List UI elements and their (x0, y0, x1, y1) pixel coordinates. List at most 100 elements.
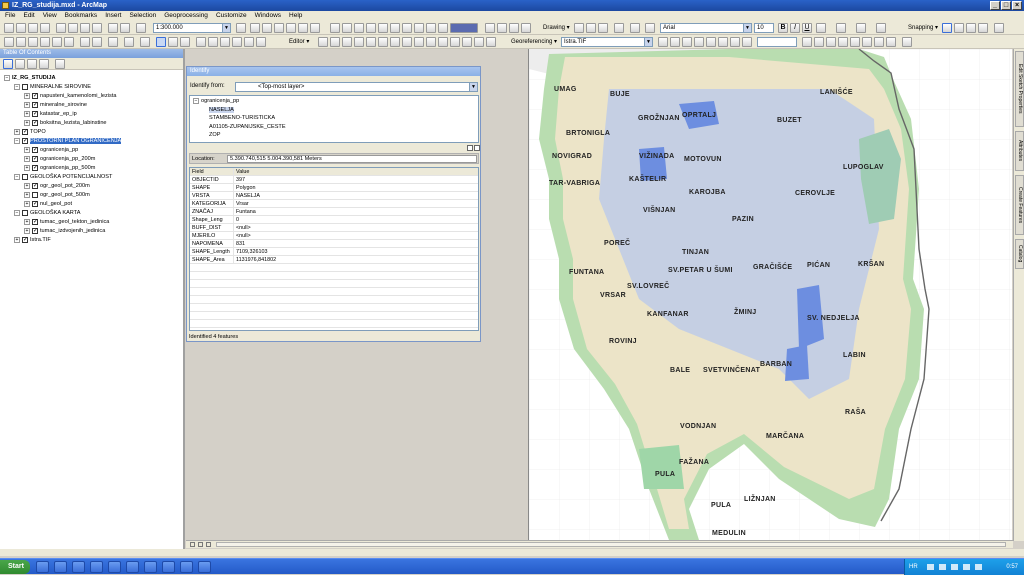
edit-tool-icon[interactable] (354, 37, 364, 47)
edit-tool-icon[interactable] (390, 37, 400, 47)
rotate-icon[interactable] (586, 23, 596, 33)
copy-icon[interactable] (68, 23, 78, 33)
expander-icon[interactable]: + (14, 236, 20, 243)
taskbar-app-icon[interactable] (36, 561, 49, 573)
font-combo[interactable]: Arial ▼ (660, 23, 752, 33)
layer-visibility-checkbox[interactable]: ✓ (32, 164, 38, 171)
horizontal-scrollbar[interactable] (216, 542, 1006, 547)
table-row[interactable]: BUFF_DIST <null> (190, 224, 478, 232)
layout-tool-icon[interactable] (438, 23, 448, 33)
tray-icon[interactable] (951, 564, 958, 570)
layer-visibility-checkbox[interactable]: ✓ (22, 137, 28, 144)
font-color-icon[interactable] (816, 23, 826, 33)
expander-icon[interactable]: − (14, 83, 20, 90)
toc-layer-item[interactable]: − MINERALNE SIROVINE (14, 83, 91, 92)
taskbar-app-icon[interactable] (90, 561, 103, 573)
layout-tool-icon[interactable] (485, 23, 495, 33)
vertex-snapping-icon[interactable] (966, 23, 976, 33)
taskbar-app-icon[interactable] (144, 561, 157, 573)
list-by-selection-icon[interactable] (39, 59, 49, 69)
edit-tool-icon[interactable] (462, 37, 472, 47)
georeferencing-menu[interactable]: Georeferencing ▾ (511, 37, 557, 47)
tray-icon[interactable] (963, 564, 970, 570)
fixed-zoom-in-icon[interactable] (52, 37, 62, 47)
toc-layer-item[interactable]: − GEOLOŠKA KARTA (14, 209, 80, 218)
tray-icon[interactable] (927, 564, 934, 570)
layout-tool-icon[interactable] (330, 23, 340, 33)
expander-icon[interactable]: − (14, 137, 20, 144)
layout-tool-icon[interactable] (402, 23, 412, 33)
edit-tool-icon[interactable] (318, 37, 328, 47)
zoom-out-icon[interactable] (16, 37, 26, 47)
layout-tool-icon[interactable] (414, 23, 424, 33)
line-color-icon[interactable] (856, 23, 866, 33)
collapse-all-icon[interactable] (474, 145, 480, 151)
html-popup-icon[interactable] (180, 37, 190, 47)
menu-bookmarks[interactable]: Bookmarks (65, 11, 98, 21)
start-button[interactable]: Start (0, 560, 30, 574)
time-slider-icon[interactable] (244, 37, 254, 47)
data-view-icon[interactable] (190, 542, 195, 547)
fixed-zoom-out-icon[interactable] (64, 37, 74, 47)
edit-tool-icon[interactable] (342, 37, 352, 47)
layer-visibility-checkbox[interactable]: ✓ (32, 155, 38, 162)
catalog-window-icon[interactable] (262, 23, 272, 33)
georef-tool-icon[interactable] (862, 37, 872, 47)
fill-color-icon[interactable] (836, 23, 846, 33)
dock-tab-attributes[interactable]: Attributes (1015, 131, 1024, 171)
list-by-source-icon[interactable] (15, 59, 25, 69)
menu-insert[interactable]: Insert (105, 11, 121, 21)
toc-layer-item[interactable]: + ✓ mineralne_sirovine (24, 101, 87, 110)
text-icon[interactable] (614, 23, 624, 33)
identify-tree-node[interactable]: ZOP (209, 131, 221, 140)
toc-layer-item[interactable]: + ✓ nul_geol_pot (24, 200, 72, 209)
menu-selection[interactable]: Selection (129, 11, 156, 21)
table-row[interactable]: SHAPE Polygon (190, 184, 478, 192)
list-by-visibility-icon[interactable] (27, 59, 37, 69)
print-icon[interactable] (40, 23, 50, 33)
field-column-header[interactable]: Field (190, 168, 234, 175)
menu-file[interactable]: File (5, 11, 15, 21)
layer-visibility-checkbox[interactable]: ✓ (32, 200, 38, 207)
select-elements-icon[interactable] (140, 37, 150, 47)
georef-tool-icon[interactable] (838, 37, 848, 47)
point-snapping-icon[interactable] (942, 23, 952, 33)
italic-icon[interactable]: I (790, 23, 800, 33)
expander-icon[interactable]: − (193, 97, 199, 104)
taskbar-app-icon[interactable] (180, 561, 193, 573)
layer-visibility-checkbox[interactable]: ✓ (32, 119, 38, 126)
tray-icon[interactable] (975, 564, 982, 570)
redo-icon[interactable] (120, 23, 130, 33)
layout-tool-icon[interactable] (366, 23, 376, 33)
clock[interactable]: 0:57 (1006, 559, 1018, 575)
toc-layer-item[interactable]: + ✓ napusteni_kamenolomi_lezista (24, 92, 117, 101)
save-icon[interactable] (28, 23, 38, 33)
table-row[interactable]: SHAPE_Length 7109,326103 (190, 248, 478, 256)
layer-visibility-checkbox[interactable]: ✓ (22, 236, 28, 243)
edit-tool-icon[interactable] (414, 37, 424, 47)
zoom-percent-box[interactable] (450, 23, 478, 33)
toc-layer-item[interactable]: + ✓ Istra.TIF (14, 236, 51, 245)
minimize-button[interactable]: _ (990, 1, 1000, 10)
edit-tool-icon[interactable] (474, 37, 484, 47)
edit-tool-icon[interactable] (426, 37, 436, 47)
language-indicator[interactable]: HR (909, 559, 918, 575)
georef-tool-icon[interactable] (670, 37, 680, 47)
create-viewer-icon[interactable] (256, 37, 266, 47)
open-icon[interactable] (16, 23, 26, 33)
toc-layer-item[interactable]: + ✓ ogranicenja_pp (24, 146, 78, 155)
layout-tool-icon[interactable] (509, 23, 519, 33)
georef-scale-input[interactable] (757, 37, 797, 47)
expander-icon[interactable]: + (24, 182, 30, 189)
arctoolbox-icon[interactable] (286, 23, 296, 33)
find-icon[interactable] (208, 37, 218, 47)
list-by-drawing-order-icon[interactable] (3, 59, 13, 69)
layer-visibility-checkbox[interactable] (22, 209, 28, 216)
georef-layer-combo[interactable]: Istra.TIF ▼ (561, 37, 653, 47)
insert-icon[interactable] (630, 23, 640, 33)
search-window-icon[interactable] (274, 23, 284, 33)
marker-color-icon[interactable] (876, 23, 886, 33)
toc-layer-item[interactable]: + ✓ boksitna_lezista_labinstine (24, 119, 107, 128)
hyperlink-icon[interactable] (168, 37, 178, 47)
toc-layer-item[interactable]: − GEOLOŠKA POTENCIJALNOST (14, 173, 112, 182)
